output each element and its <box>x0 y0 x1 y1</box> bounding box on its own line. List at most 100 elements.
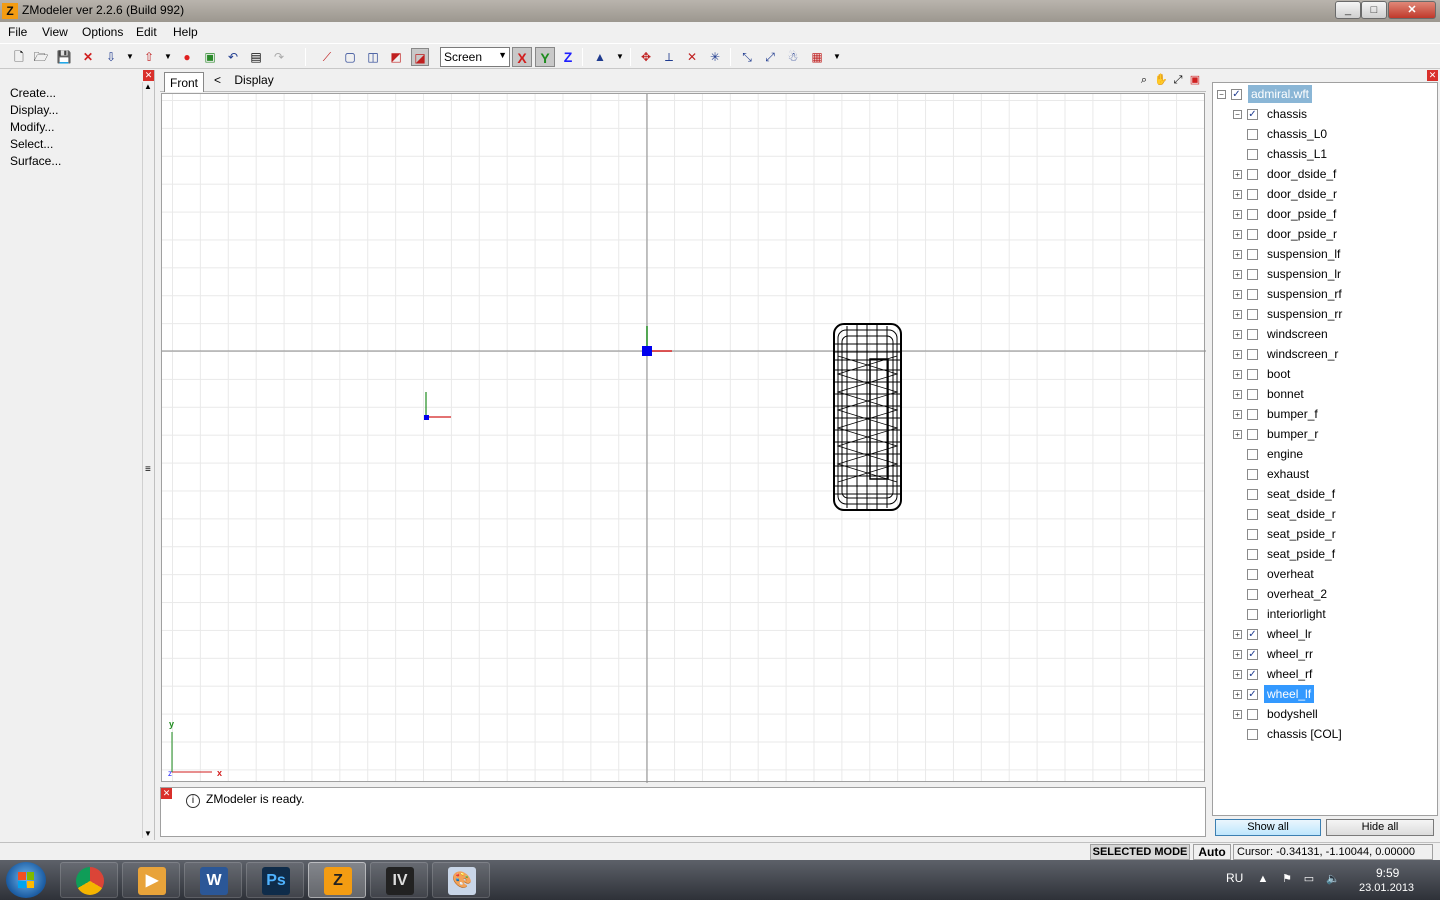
import-dropdown-icon[interactable]: ▼ <box>121 48 139 66</box>
tree-node[interactable]: + suspension_rr <box>1233 305 1345 323</box>
tree-node[interactable]: + windscreen_r <box>1233 345 1341 363</box>
tree-node[interactable]: chassis_L0 <box>1233 125 1330 143</box>
checkbox[interactable] <box>1247 349 1258 361</box>
expand-icon[interactable]: + <box>1233 670 1242 680</box>
menu-view[interactable]: View <box>42 25 68 39</box>
expand-icon[interactable]: + <box>1233 390 1242 400</box>
expand-icon[interactable]: + <box>1233 630 1242 640</box>
checkbox[interactable] <box>1247 509 1258 521</box>
checkbox[interactable] <box>1247 569 1258 581</box>
checkbox[interactable] <box>1247 529 1258 541</box>
breadcrumb-display[interactable]: Display <box>234 73 273 87</box>
taskbar-chrome[interactable] <box>60 862 118 898</box>
expand-icon[interactable]: + <box>1233 650 1242 660</box>
select-box-icon[interactable]: ▢ <box>341 48 359 66</box>
tree-node[interactable]: overheat_2 <box>1233 585 1330 603</box>
tree-root[interactable]: − ✓ admiral.wft <box>1217 85 1313 103</box>
tree-node[interactable]: seat_pside_r <box>1233 525 1339 543</box>
command-select[interactable]: Select... <box>10 137 53 151</box>
save-icon[interactable]: 💾 <box>55 48 73 66</box>
expand-icon[interactable]: + <box>1233 230 1242 240</box>
axis-icon[interactable]: ⟂ <box>660 48 678 66</box>
tree-node[interactable]: + suspension_rf <box>1233 285 1345 303</box>
language-indicator[interactable]: RU <box>1226 871 1243 885</box>
tree-node[interactable]: + bodyshell <box>1233 705 1321 723</box>
network-icon[interactable]: ▭ <box>1302 872 1316 886</box>
clock-time[interactable]: 9:59 <box>1376 866 1399 880</box>
tree-node[interactable]: + ✓ wheel_lr <box>1233 625 1315 643</box>
tree-node[interactable]: exhaust <box>1233 465 1312 483</box>
taskbar-gta-iv[interactable]: IV <box>370 862 428 898</box>
close-icon[interactable]: ✕ <box>143 70 154 81</box>
tree-node[interactable]: chassis [COL] <box>1233 725 1345 743</box>
center-icon[interactable]: ⤢ <box>761 48 779 66</box>
checkbox[interactable] <box>1247 269 1258 281</box>
expand-icon[interactable]: + <box>1233 310 1242 320</box>
properties-icon[interactable]: ▤ <box>247 48 265 66</box>
viewport-tab-front[interactable]: Front <box>164 72 204 92</box>
checkbox[interactable] <box>1247 229 1258 241</box>
command-modify[interactable]: Modify... <box>10 120 54 134</box>
taskbar-photoshop[interactable]: Ps <box>246 862 304 898</box>
redo-icon[interactable]: ↷ <box>270 48 288 66</box>
expand-icon[interactable]: + <box>1233 710 1242 720</box>
start-button[interactable] <box>6 862 46 898</box>
material-icon[interactable]: ▦ <box>808 48 826 66</box>
tree-node[interactable]: + ✓ wheel_rr <box>1233 645 1316 663</box>
hide-all-button[interactable]: Hide all <box>1326 819 1434 836</box>
material-dropdown-icon[interactable]: ▼ <box>828 48 846 66</box>
expand-icon[interactable]: + <box>1233 170 1242 180</box>
checkbox-checked[interactable]: ✓ <box>1247 649 1258 661</box>
tree-node[interactable]: + bumper_r <box>1233 425 1321 443</box>
tree-node[interactable]: + ✓ wheel_rf <box>1233 665 1315 683</box>
checkbox[interactable] <box>1247 449 1258 461</box>
command-create[interactable]: Create... <box>10 86 56 100</box>
menu-options[interactable]: Options <box>82 25 123 39</box>
cone-icon[interactable]: ▲ <box>591 48 609 66</box>
collapse-icon[interactable]: − <box>1217 90 1226 100</box>
show-hidden-icons-icon[interactable]: ▲ <box>1256 872 1270 886</box>
checkbox-checked[interactable]: ✓ <box>1247 669 1258 681</box>
person-icon[interactable]: ☃ <box>784 48 802 66</box>
tree-node[interactable]: overheat <box>1233 565 1317 583</box>
menu-help[interactable]: Help <box>173 25 198 39</box>
axis-y-toggle[interactable]: Y <box>535 47 555 67</box>
scroll-up-icon[interactable]: ▲ <box>144 82 152 91</box>
expand-icon[interactable]: + <box>1233 350 1242 360</box>
export-dropdown-icon[interactable]: ▼ <box>159 48 177 66</box>
clock-date[interactable]: 23.01.2013 <box>1359 882 1414 894</box>
checkbox-checked[interactable]: ✓ <box>1231 89 1242 101</box>
rotate-icon[interactable]: ✳ <box>706 48 724 66</box>
tree-node[interactable]: seat_dside_r <box>1233 505 1339 523</box>
select-frame-icon[interactable]: ◪ <box>411 48 429 66</box>
undo-icon[interactable]: ↶ <box>224 48 242 66</box>
tree-node[interactable]: + windscreen <box>1233 325 1331 343</box>
tree-node[interactable]: + door_dside_f <box>1233 165 1339 183</box>
minimize-button[interactable]: _ <box>1335 1 1361 19</box>
tree-node[interactable]: seat_pside_f <box>1233 545 1338 563</box>
checkbox[interactable] <box>1247 129 1258 141</box>
checkbox[interactable] <box>1247 149 1258 161</box>
viewport-front[interactable]: x y z <box>161 93 1206 783</box>
tree-node-chassis[interactable]: − ✓ chassis <box>1233 105 1310 123</box>
expand-icon[interactable]: + <box>1233 330 1242 340</box>
checkbox[interactable] <box>1247 369 1258 381</box>
tree-node[interactable]: + boot <box>1233 365 1293 383</box>
expand-icon[interactable]: + <box>1233 410 1242 420</box>
expand-icon[interactable]: + <box>1233 430 1242 440</box>
close-icon[interactable]: ✕ <box>161 788 172 799</box>
collapse-icon[interactable]: − <box>1233 110 1242 120</box>
tree-node[interactable]: + door_pside_r <box>1233 225 1340 243</box>
checkbox[interactable] <box>1247 389 1258 401</box>
command-display[interactable]: Display... <box>10 103 58 117</box>
checkbox-checked[interactable]: ✓ <box>1247 109 1258 121</box>
select-vertex-icon[interactable]: ⟋ <box>318 48 336 66</box>
tree-node[interactable]: + ✓ wheel_lf <box>1233 685 1435 703</box>
tree-node[interactable]: + suspension_lf <box>1233 245 1343 263</box>
expand-icon[interactable]: + <box>1233 690 1242 700</box>
checkbox[interactable] <box>1247 589 1258 601</box>
fit-view-icon[interactable]: ⤢ <box>1171 73 1185 87</box>
volume-icon[interactable]: 🔈 <box>1326 872 1340 886</box>
coordinate-space-select[interactable]: Screen ▼ <box>440 47 510 67</box>
select-object-icon[interactable]: ◩ <box>387 48 405 66</box>
